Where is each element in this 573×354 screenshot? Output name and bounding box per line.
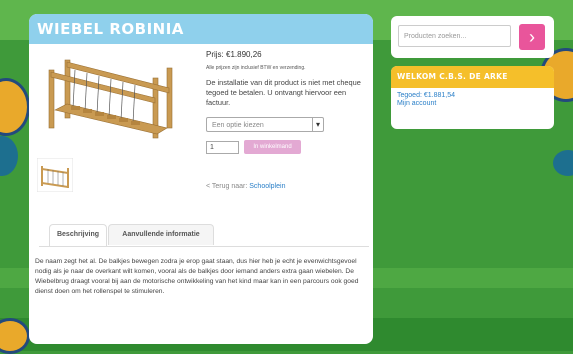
search-input[interactable]: Producten zoeken... <box>398 25 511 47</box>
account-panel: WELKOM C.B.S. DE ARKE Tegoed: €1.881,54 … <box>391 66 554 129</box>
option-select-label: Een optie kiezen <box>212 122 264 129</box>
product-price: Prijs: €1.890,26 <box>206 50 262 59</box>
product-description: De naam zegt het al. De balkjes bewegen … <box>35 258 359 295</box>
quantity-row: 1 In winkelmand <box>206 140 368 154</box>
search-button[interactable]: › <box>519 24 545 50</box>
chevron-down-icon: ▾ <box>312 118 323 131</box>
chevron-right-icon: › <box>529 27 535 47</box>
back-link-row: < Terug naar: Schoolplein <box>206 183 368 190</box>
product-tabs: Beschrijving Aanvullende informatie <box>39 222 369 247</box>
product-card: WIEBEL ROBINIA Prijs: €1.890,26 Alle pri… <box>29 14 373 344</box>
decoration-badge-left <box>0 78 30 136</box>
product-thumbnail[interactable] <box>37 158 73 192</box>
back-prefix: < Terug naar: <box>206 183 250 190</box>
tab-aanvullende-informatie[interactable]: Aanvullende informatie <box>108 224 214 245</box>
credit-link[interactable]: Tegoed: €1.881,54 <box>391 92 554 99</box>
installation-notice: De installatie van dit product is niet m… <box>206 78 361 107</box>
my-account-link[interactable]: Mijn account <box>391 100 554 107</box>
vat-note: Alle prijzen zijn inclusief BTW en verze… <box>206 65 306 71</box>
quantity-input[interactable]: 1 <box>206 140 239 154</box>
back-link-schoolplein[interactable]: Schoolplein <box>249 183 285 190</box>
product-title: WIEBEL ROBINIA <box>29 14 373 44</box>
tab-beschrijving[interactable]: Beschrijving <box>49 224 107 246</box>
option-select[interactable]: Een optie kiezen ▾ <box>206 117 324 132</box>
decoration-shape-right <box>553 150 573 176</box>
search-panel: Producten zoeken... › <box>391 16 554 58</box>
decoration-shape-left <box>0 136 18 176</box>
add-to-cart-button[interactable]: In winkelmand <box>244 140 301 154</box>
product-info: Prijs: €1.890,26 Alle prijzen zijn inclu… <box>206 50 368 190</box>
account-title: WELKOM C.B.S. DE ARKE <box>391 66 554 88</box>
product-main-image[interactable] <box>35 48 185 146</box>
